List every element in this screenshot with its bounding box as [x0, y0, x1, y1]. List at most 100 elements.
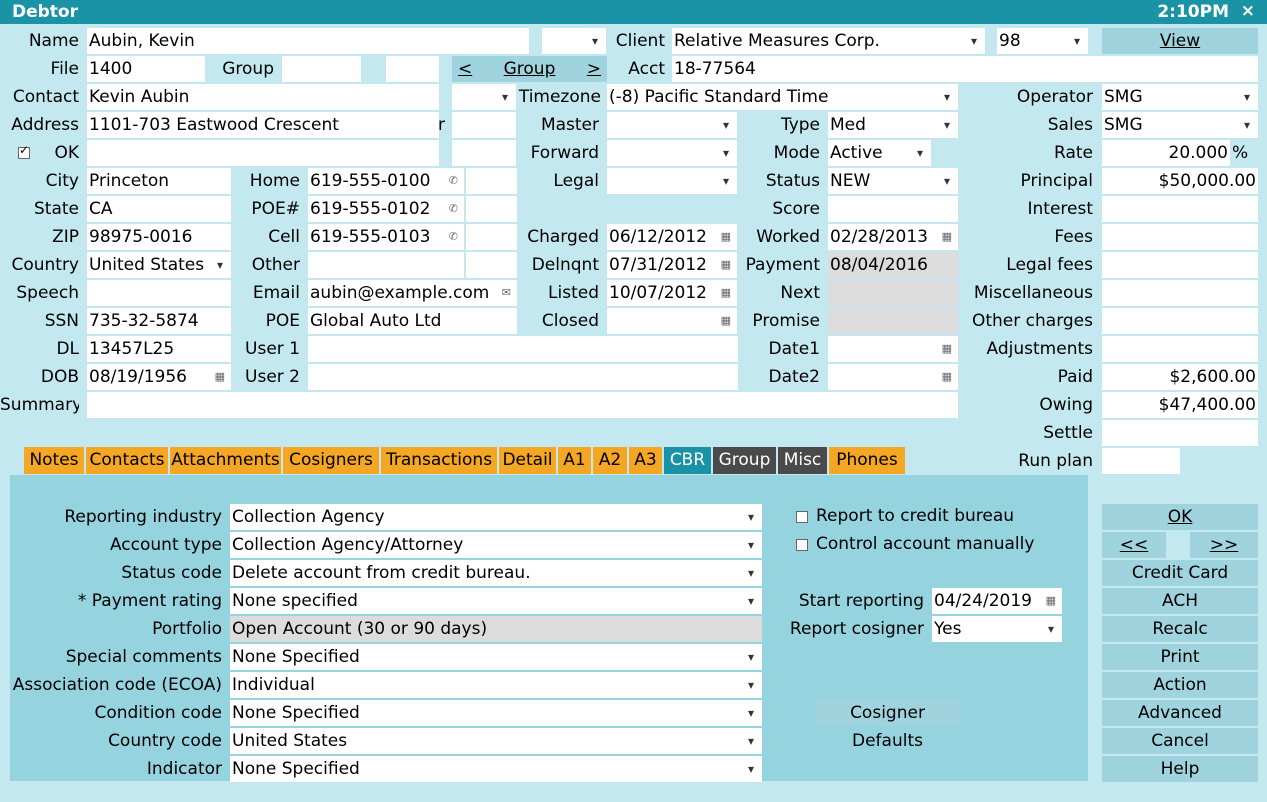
start-reporting-field[interactable]: 04/24/2019 ▦ — [932, 588, 1062, 614]
reporting-industry-select[interactable]: Collection Agency — [230, 504, 762, 530]
client-number-select[interactable]: 98 — [997, 28, 1088, 54]
group-button[interactable]: Group — [504, 59, 556, 79]
type-select[interactable]: Med — [828, 112, 958, 138]
master-select[interactable] — [607, 112, 737, 138]
group-next-button[interactable]: > — [587, 56, 601, 82]
email-field[interactable]: aubin@example.com ✉ — [308, 280, 517, 306]
payment-rating-select[interactable]: None specified — [230, 588, 762, 614]
ok-extra-field[interactable] — [452, 140, 516, 166]
client-select[interactable]: Relative Measures Corp. — [672, 28, 985, 54]
closed-date-field[interactable]: ▦ — [607, 308, 737, 334]
calendar-icon[interactable]: ▦ — [942, 336, 952, 362]
country-code-select[interactable]: United States — [230, 728, 762, 754]
speech-field[interactable] — [87, 280, 231, 306]
home-phone-field[interactable]: 619-555-0100 ✆ — [308, 168, 464, 194]
user2-field[interactable] — [308, 364, 738, 390]
interest-field[interactable] — [1102, 196, 1258, 222]
status-code-select[interactable]: Delete account from credit bureau. — [230, 560, 762, 586]
advanced-button[interactable]: Advanced — [1102, 700, 1258, 726]
condition-code-select[interactable]: None Specified — [230, 700, 762, 726]
zip-field[interactable]: 98975-0016 — [87, 224, 231, 250]
tab-a2[interactable]: A2 — [593, 447, 627, 474]
phone-icon[interactable]: ✆ — [449, 224, 458, 250]
ach-button[interactable]: ACH — [1102, 588, 1258, 614]
contact-dropdown[interactable] — [452, 84, 516, 110]
credit-card-button[interactable]: Credit Card — [1102, 560, 1258, 586]
poe-ext-field[interactable] — [466, 196, 517, 222]
phone-icon[interactable]: ✆ — [449, 168, 458, 194]
file-field[interactable]: 1400 — [87, 56, 205, 82]
name-field[interactable]: Aubin, Kevin — [87, 28, 529, 54]
group-field[interactable] — [282, 56, 361, 82]
tab-a1[interactable]: A1 — [558, 447, 591, 474]
adjustments-field[interactable] — [1102, 336, 1258, 362]
owing-field[interactable]: $47,400.00 — [1102, 392, 1258, 418]
cosigner-button[interactable]: Cosigner — [816, 700, 959, 726]
tab-attachments[interactable]: Attachments — [170, 447, 281, 474]
paid-field[interactable]: $2,600.00 — [1102, 364, 1258, 390]
indicator-select[interactable]: None Specified — [230, 756, 762, 782]
address-extra-field[interactable] — [452, 112, 516, 138]
calendar-icon[interactable]: ▦ — [942, 364, 952, 390]
calendar-icon[interactable]: ▦ — [721, 280, 731, 306]
close-icon[interactable]: × — [1241, 1, 1255, 21]
phone-icon[interactable]: ✆ — [449, 196, 458, 222]
settle-field[interactable] — [1102, 420, 1258, 446]
dl-field[interactable]: 13457L25 — [87, 336, 231, 362]
delnqnt-date-field[interactable]: 07/31/2012 ▦ — [607, 252, 737, 278]
forward-select[interactable] — [607, 140, 737, 166]
fees-field[interactable] — [1102, 224, 1258, 250]
account-type-select[interactable]: Collection Agency/Attorney — [230, 532, 762, 558]
prev-record-button[interactable]: << — [1102, 532, 1166, 558]
group-prev-button[interactable]: < — [458, 56, 472, 82]
calendar-icon[interactable]: ▦ — [721, 224, 731, 250]
legal-select[interactable] — [607, 168, 737, 194]
score-field[interactable] — [828, 196, 958, 222]
rate-field[interactable]: 20.000 — [1102, 140, 1230, 166]
summary-field[interactable] — [87, 392, 958, 418]
help-button[interactable]: Help — [1102, 756, 1258, 782]
timezone-select[interactable]: (-8) Pacific Standard Time — [607, 84, 958, 110]
tab-misc[interactable]: Misc — [778, 447, 827, 474]
operator-select[interactable]: SMG — [1102, 84, 1258, 110]
calendar-icon[interactable]: ▦ — [721, 252, 731, 278]
miscellaneous-field[interactable] — [1102, 280, 1258, 306]
other-phone-field[interactable] — [308, 252, 464, 278]
ok-field[interactable] — [87, 140, 439, 166]
legal-fees-field[interactable] — [1102, 252, 1258, 278]
state-field[interactable]: CA — [87, 196, 231, 222]
poe-phone-field[interactable]: 619-555-0102 ✆ — [308, 196, 464, 222]
action-button[interactable]: Action — [1102, 672, 1258, 698]
poe-field[interactable]: Global Auto Ltd — [308, 308, 517, 334]
sales-select[interactable]: SMG — [1102, 112, 1258, 138]
date2-field[interactable]: ▦ — [828, 364, 958, 390]
tab-phones[interactable]: Phones — [829, 447, 905, 474]
report-cosigner-select[interactable]: Yes — [932, 616, 1062, 642]
principal-field[interactable]: $50,000.00 — [1102, 168, 1258, 194]
acct-field[interactable]: 18-77564 — [672, 56, 1258, 82]
other-charges-field[interactable] — [1102, 308, 1258, 334]
cell-phone-field[interactable]: 619-555-0103 ✆ — [308, 224, 464, 250]
dob-field[interactable]: 08/19/1956 ▦ — [87, 364, 231, 390]
address-field[interactable]: 1101-703 Eastwood Crescent — [87, 112, 439, 138]
calendar-icon[interactable]: ▦ — [942, 224, 952, 250]
run-plan-field[interactable] — [1102, 448, 1180, 474]
tab-cosigners[interactable]: Cosigners — [283, 447, 379, 474]
next-record-button[interactable]: >> — [1190, 532, 1258, 558]
user1-field[interactable] — [308, 336, 738, 362]
ssn-field[interactable]: 735-32-5874 — [87, 308, 231, 334]
cancel-button[interactable]: Cancel — [1102, 728, 1258, 754]
view-button[interactable]: View — [1102, 28, 1258, 54]
print-button[interactable]: Print — [1102, 644, 1258, 670]
charged-date-field[interactable]: 06/12/2012 ▦ — [607, 224, 737, 250]
date1-field[interactable]: ▦ — [828, 336, 958, 362]
calendar-icon[interactable]: ▦ — [1046, 588, 1056, 614]
ecoa-select[interactable]: Individual — [230, 672, 762, 698]
country-select[interactable]: United States — [87, 252, 231, 278]
control-manually-checkbox[interactable] — [796, 539, 808, 551]
special-comments-select[interactable]: None Specified — [230, 644, 762, 670]
report-to-bureau-checkbox[interactable] — [796, 511, 808, 523]
recalc-button[interactable]: Recalc — [1102, 616, 1258, 642]
ok-button[interactable]: OK — [1102, 504, 1258, 530]
status-select[interactable]: NEW — [828, 168, 958, 194]
